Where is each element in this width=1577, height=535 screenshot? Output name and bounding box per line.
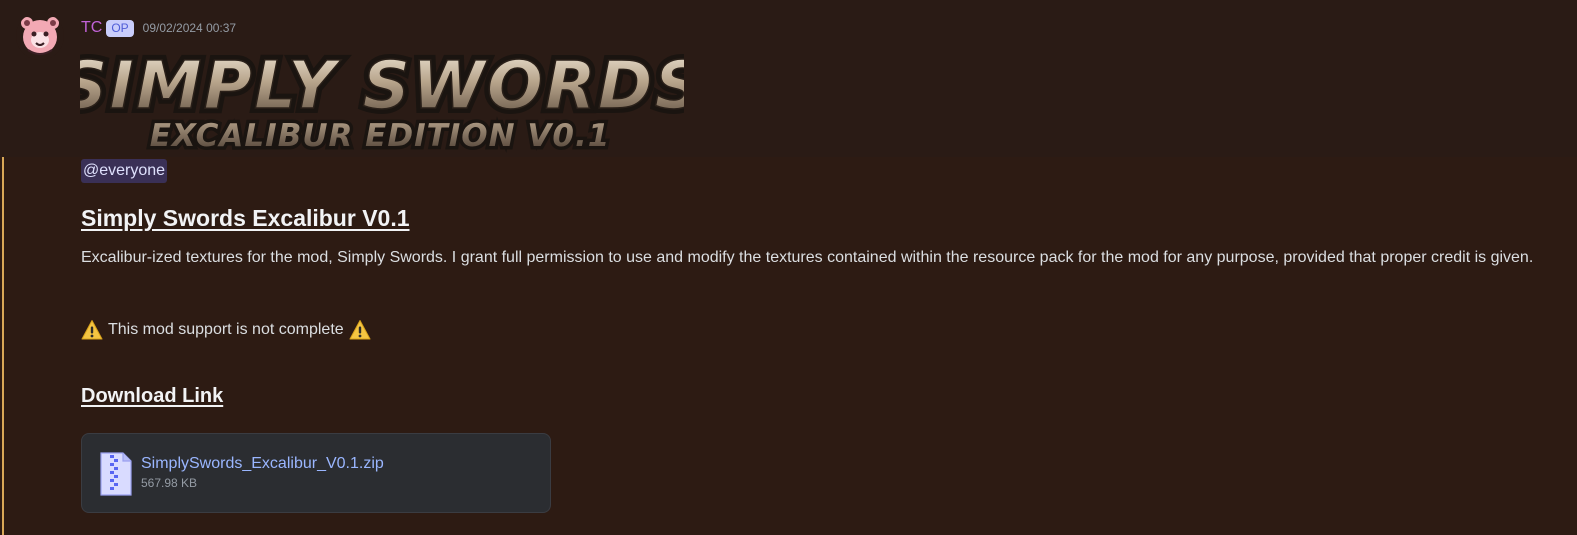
warning-icon [349,320,371,340]
simply-swords-banner-image[interactable]: SIMPLY SWORDS SIMPLY SWORDS EXCALIBUR ED… [80,38,684,154]
attachment-file-name[interactable]: SimplySwords_Excalibur_V0.1.zip [141,455,384,473]
download-link-heading: Download Link [81,385,224,407]
mention-highlight-bar [2,157,4,535]
author-name[interactable]: TC [81,19,102,37]
zip-file-icon [100,452,132,496]
message-timestamp[interactable]: 09/02/2024 00:37 [143,21,236,35]
warning-text: This mod support is not complete [108,321,344,338]
post-description: Excalibur-ized textures for the mod, Sim… [81,249,1534,266]
everyone-mention[interactable]: @everyone [81,159,168,183]
warning-icon [81,320,103,340]
op-badge: OP [106,19,134,37]
banner-title: SIMPLY SWORDS [80,47,684,124]
file-attachment[interactable]: SimplySwords_Excalibur_V0.1.zip 567.98 K… [81,433,551,513]
warning-line: This mod support is not complete [81,318,371,342]
avatar[interactable] [16,12,64,60]
attachment-file-size: 567.98 KB [141,476,198,490]
message-page: TC OP 09/02/2024 00:37 SIMPLY SWORDS SIM… [0,0,1577,535]
avatar-image [16,12,64,60]
message-header: TC OP 09/02/2024 00:37 [81,17,236,39]
banner-subtitle: EXCALIBUR EDITION V0.1 [150,118,611,154]
post-title: Simply Swords Excalibur V0.1 [81,205,410,231]
